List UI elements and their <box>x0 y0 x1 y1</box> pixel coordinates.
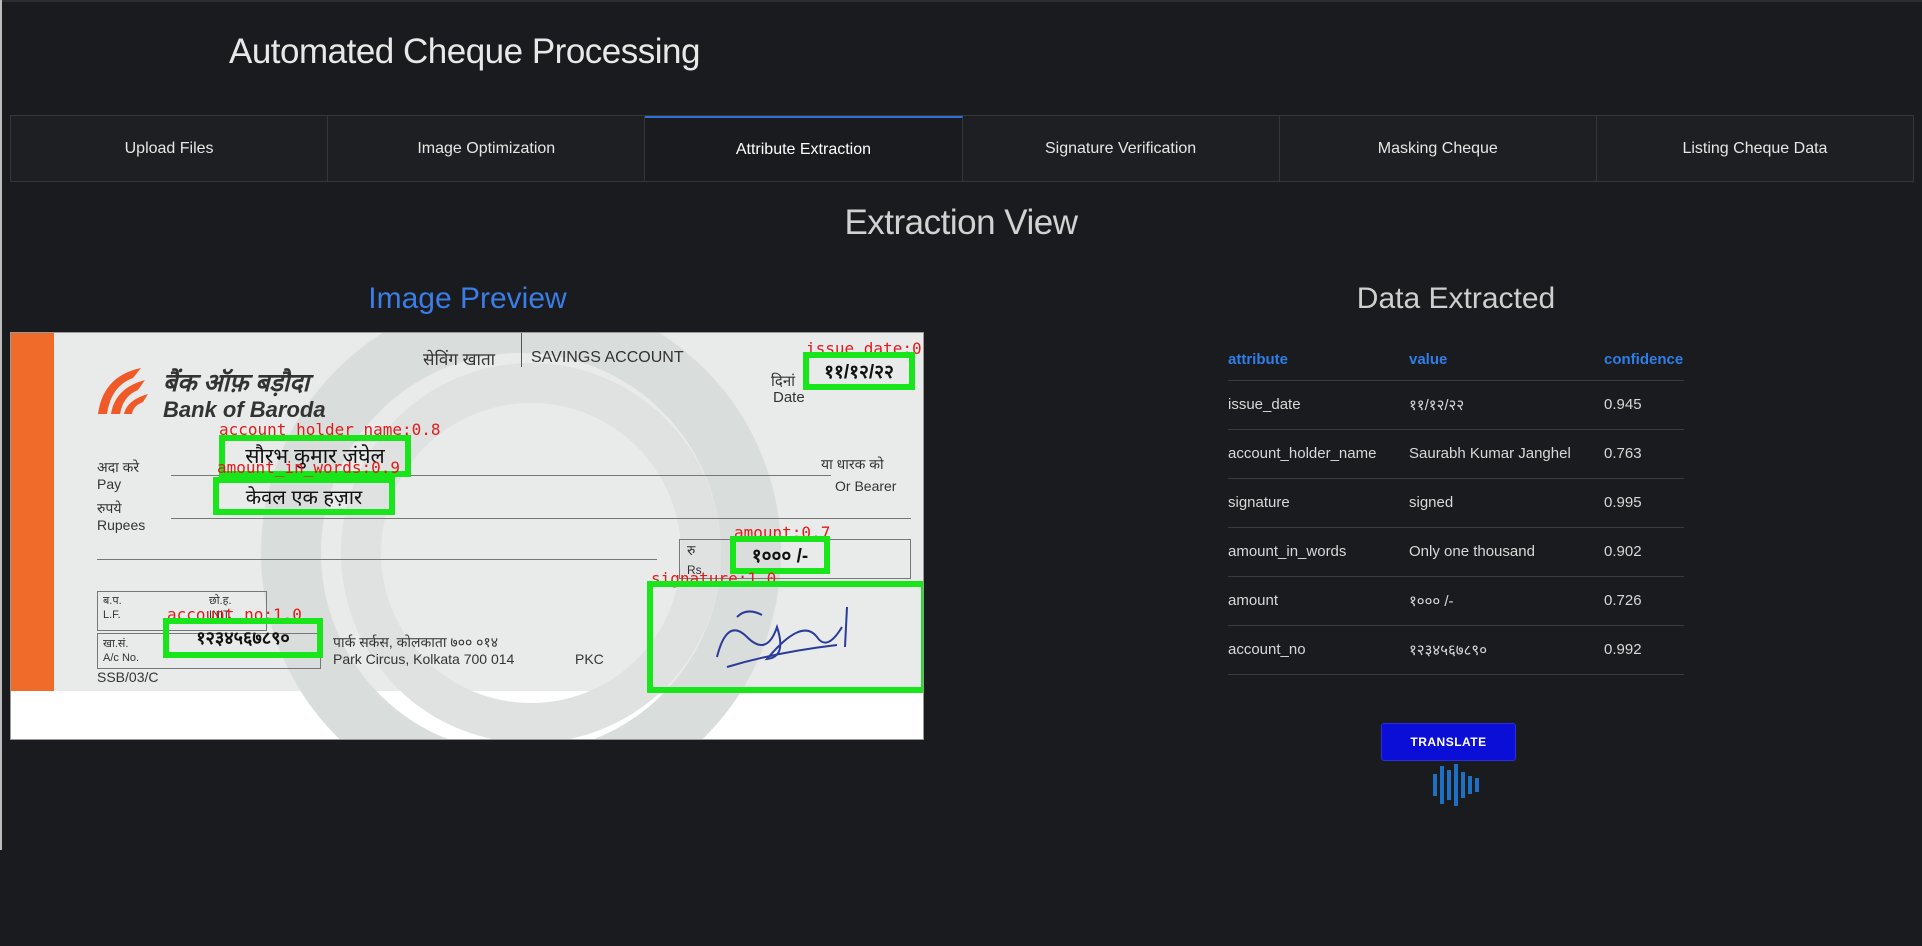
cell-value: १२३४५६७८९० <box>1409 625 1604 675</box>
branch-code: PKC <box>575 651 604 667</box>
bearer-hindi: या धारक को <box>821 456 884 472</box>
cell-confidence: 0.945 <box>1604 380 1684 430</box>
tab-image-optimization[interactable]: Image Optimization <box>328 116 646 181</box>
table-row: account_holder_name Saurabh Kumar Janghe… <box>1228 429 1684 479</box>
tab-attribute-extraction[interactable]: Attribute Extraction <box>645 116 963 181</box>
column-header-value[interactable]: value <box>1409 340 1604 381</box>
cell-value: Only one thousand <box>1409 527 1604 577</box>
lf-hindi: ब.प. <box>103 595 122 607</box>
cell-confidence: 0.995 <box>1604 478 1684 528</box>
cell-confidence: 0.726 <box>1604 576 1684 626</box>
handwritten-signature <box>716 606 848 668</box>
column-header-attribute[interactable]: attribute <box>1228 340 1409 381</box>
pay-hindi: अदा करे <box>97 459 140 475</box>
savings-hindi: सेविंग खाता <box>423 350 496 369</box>
cell-value: १००० /- <box>1409 576 1604 626</box>
pay-english: Pay <box>97 476 122 492</box>
cell-value: Saurabh Kumar Janghel <box>1409 429 1604 479</box>
cell-attribute: account_no <box>1228 625 1409 675</box>
tab-masking-cheque[interactable]: Masking Cheque <box>1279 116 1597 181</box>
date-english: Date <box>773 389 805 406</box>
section-title: Extraction View <box>844 203 1078 242</box>
extracted-data-table: attribute value confidence issue_date ११… <box>1228 340 1684 675</box>
tab-signature-verification[interactable]: Signature Verification <box>962 116 1280 181</box>
rupees-hindi: रुपये <box>97 500 122 516</box>
rupees-english: Rupees <box>97 517 146 533</box>
detection-text-issue-date: ११/१२/२२ <box>824 362 894 383</box>
table-row: issue_date ११/१२/२२ 0.945 <box>1228 380 1684 430</box>
audio-wave-icon <box>1433 764 1479 806</box>
detection-box-issue-date: ११/१२/२२ <box>803 352 915 390</box>
divider <box>521 333 522 367</box>
column-header-confidence[interactable]: confidence <box>1604 340 1684 381</box>
detection-label-amount-in-words: amount_in_words:0.9 <box>217 458 401 477</box>
cheque-image-preview: बैंक ऑफ़ बड़ौदा Bank of Baroda सेविंग खा… <box>10 332 924 740</box>
translate-button[interactable]: TRANSLATE <box>1381 723 1516 761</box>
table-header-row: attribute value confidence <box>1228 340 1684 381</box>
cell-confidence: 0.902 <box>1604 527 1684 577</box>
rupees-line-2 <box>97 559 657 560</box>
cell-attribute: amount_in_words <box>1228 527 1409 577</box>
branch-hindi: पार्क सर्कस, कोलकाता ७०० ०१४ <box>333 634 498 650</box>
detection-text-account-no: १२३४५६७८९० <box>196 628 290 648</box>
tab-listing-cheque-data[interactable]: Listing Cheque Data <box>1596 116 1914 181</box>
detection-box-account-no: १२३४५६७८९० <box>163 618 323 658</box>
table-row: amount_in_words Only one thousand 0.902 <box>1228 527 1684 577</box>
table-row: account_no १२३४५६७८९० 0.992 <box>1228 625 1684 675</box>
tab-upload-files[interactable]: Upload Files <box>11 116 329 181</box>
date-hindi: दिनां <box>771 373 796 390</box>
image-preview-title: Image Preview <box>368 282 567 315</box>
detection-box-signature <box>647 581 923 693</box>
form-code: SSB/03/C <box>97 669 159 685</box>
acno-english: A/c No. <box>103 652 140 664</box>
bank-of-baroda-logo-icon <box>98 368 148 414</box>
data-extracted-title: Data Extracted <box>1356 282 1556 315</box>
cell-attribute: issue_date <box>1228 380 1409 430</box>
window-top-edge <box>0 0 1922 2</box>
cell-value: ११/१२/२२ <box>1409 380 1604 430</box>
detection-text-amount: १००० /- <box>751 546 809 567</box>
cell-confidence: 0.763 <box>1604 429 1684 479</box>
cell-attribute: signature <box>1228 478 1409 528</box>
savings-english: SAVINGS ACCOUNT <box>531 349 684 366</box>
cell-attribute: account_holder_name <box>1228 429 1409 479</box>
cell-value: signed <box>1409 478 1604 528</box>
cheque-orange-strip <box>11 333 54 691</box>
rupees-line <box>171 518 911 519</box>
tab-bar: Upload Files Image Optimization Attribut… <box>10 115 1914 182</box>
window-left-edge <box>0 0 2 850</box>
acno-hindi: खा.सं. <box>103 638 129 650</box>
bearer-english: Or Bearer <box>835 478 897 494</box>
rs-hindi: रु <box>687 542 696 558</box>
cell-confidence: 0.992 <box>1604 625 1684 675</box>
app-title: Automated Cheque Processing <box>229 32 700 71</box>
cell-attribute: amount <box>1228 576 1409 626</box>
table-row: signature signed 0.995 <box>1228 478 1684 528</box>
branch-english: Park Circus, Kolkata 700 014 <box>333 651 515 667</box>
detection-text-amount-in-words: केवल एक हज़ार <box>245 486 363 509</box>
lf-english: L.F. <box>103 609 121 621</box>
table-row: amount १००० /- 0.726 <box>1228 576 1684 626</box>
bank-name-hindi: बैंक ऑफ़ बड़ौदा <box>163 369 310 397</box>
detection-box-amount-in-words: केवल एक हज़ार <box>213 477 395 515</box>
